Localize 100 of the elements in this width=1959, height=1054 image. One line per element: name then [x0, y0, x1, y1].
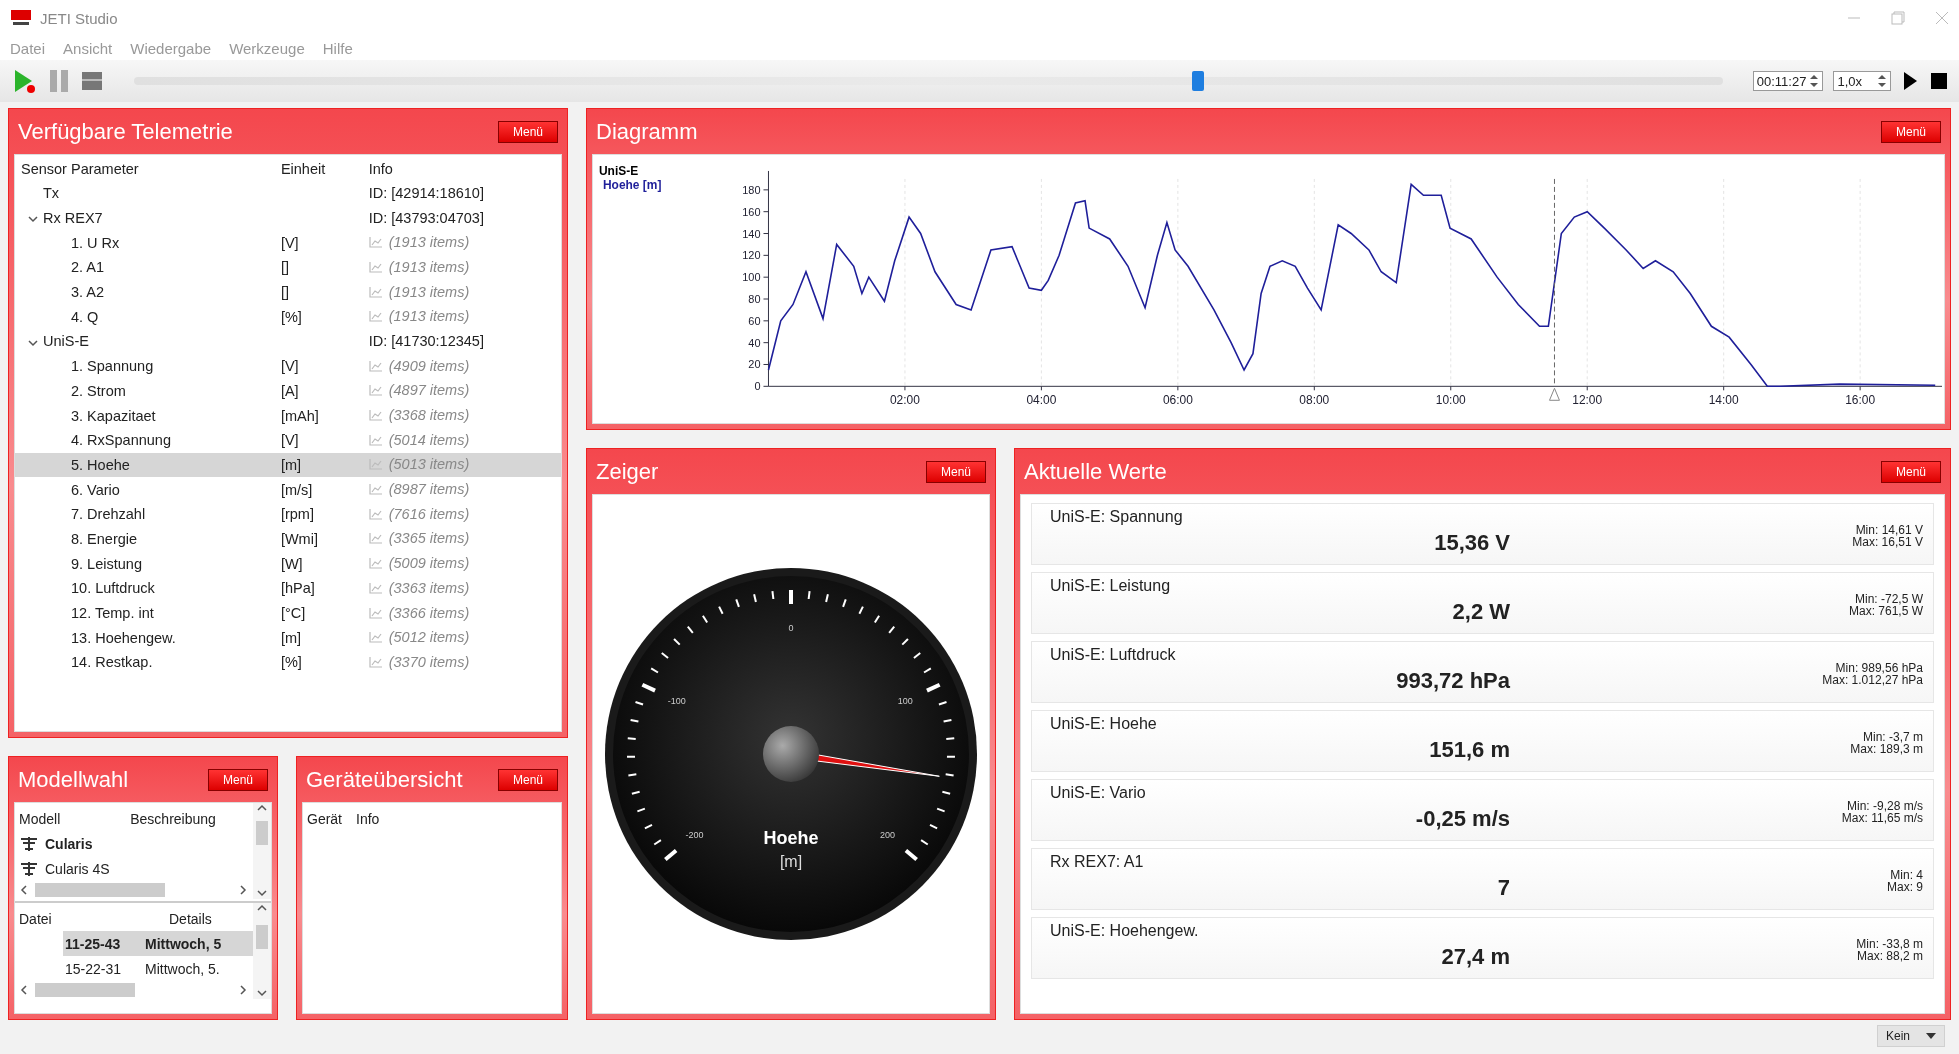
- y-tick-label: 160: [742, 205, 761, 218]
- tree-row[interactable]: Tx ID: [42914:18610]: [15, 181, 561, 206]
- model-row[interactable]: Cularis 4S: [15, 856, 253, 881]
- chart-icon: [368, 655, 383, 668]
- tree-row[interactable]: 3. A2 [] (1913 items): [15, 279, 561, 305]
- value-name: UniS-E: Luftdruck: [1050, 646, 1176, 665]
- parameter-name: 5. Hoehe: [71, 456, 130, 473]
- tree-row[interactable]: 4. RxSpannung [V] (5014 items): [15, 427, 561, 453]
- column-header[interactable]: Info: [356, 811, 380, 827]
- play-icon[interactable]: [1901, 70, 1919, 92]
- y-tick-label: 0: [754, 380, 761, 393]
- tree-row[interactable]: 3. Kapazitaet [mAh] (3368 items): [15, 403, 561, 428]
- scroll-down-icon[interactable]: [256, 887, 268, 899]
- tree-row[interactable]: UniS-E ID: [41730:12345]: [15, 329, 561, 354]
- spin-arrows-icon[interactable]: [1809, 73, 1820, 89]
- menu-button[interactable]: Menü: [497, 120, 558, 143]
- tree-row[interactable]: 13. Hoehengew. [m] (5012 items): [15, 625, 561, 651]
- chart-icon: [368, 236, 383, 249]
- column-header[interactable]: Beschreibung: [130, 811, 216, 827]
- scroll-right-icon[interactable]: [237, 884, 249, 896]
- column-header[interactable]: Sensor Parameter: [15, 155, 275, 181]
- tree-row[interactable]: 4. Q [%] (1913 items): [15, 304, 561, 330]
- scrollbar-thumb[interactable]: [256, 925, 268, 949]
- item-count: (5012 items): [388, 629, 470, 646]
- y-tick-label: 100: [742, 271, 761, 284]
- needle-hub: [763, 726, 819, 782]
- menu-button[interactable]: Menü: [207, 768, 268, 791]
- item-count: (3370 items): [388, 653, 470, 670]
- tree-row[interactable]: Rx REX7 ID: [43793:04703]: [15, 205, 561, 231]
- menu-button[interactable]: Menü: [925, 460, 986, 483]
- tree-row[interactable]: 8. Energie [Wmi] (3365 items): [15, 526, 561, 552]
- column-header[interactable]: Info: [362, 155, 561, 181]
- unit-text: [Wmi]: [280, 530, 318, 547]
- parameter-name: UniS-E: [43, 333, 89, 350]
- tree-row[interactable]: 10. Luftdruck [hPa] (3363 items): [15, 576, 561, 601]
- item-count: (1913 items): [388, 308, 470, 325]
- unit-text: []: [280, 259, 289, 276]
- item-count: (3365 items): [388, 530, 470, 547]
- panel-title: Zeiger: [596, 458, 659, 485]
- tree-row[interactable]: 6. Vario [m/s] (8987 items): [15, 477, 561, 502]
- filter-dropdown[interactable]: Kein: [1876, 1025, 1945, 1047]
- chart-icon: [368, 532, 383, 545]
- column-header[interactable]: Details: [169, 911, 212, 927]
- tree-row[interactable]: 7. Drehzahl [rpm] (7616 items): [15, 501, 561, 527]
- column-header[interactable]: Gerät: [307, 811, 342, 827]
- value-name: UniS-E: Hoehengew.: [1050, 922, 1199, 941]
- speed-spinbox[interactable]: 1,0x: [1833, 71, 1891, 91]
- unit-text: [W]: [280, 555, 303, 572]
- min-value: Min: -3,7 m: [1863, 731, 1923, 743]
- scrollbar[interactable]: [253, 803, 271, 899]
- panel-title: Geräteübersicht: [306, 766, 463, 793]
- file-row[interactable]: 15-22-31 Mittwoch, 5.: [15, 956, 253, 981]
- scroll-down-icon[interactable]: [256, 987, 268, 999]
- spin-arrows-icon[interactable]: [1877, 73, 1887, 89]
- parameter-name: 2. A1: [71, 259, 105, 276]
- scale-label: -100: [667, 695, 686, 706]
- chart-icon: [368, 310, 383, 323]
- menu-button[interactable]: Menü: [1880, 460, 1941, 483]
- position-slider-thumb[interactable]: [1192, 71, 1205, 91]
- app-logo-icon: [10, 8, 32, 28]
- scroll-right-icon[interactable]: [237, 984, 249, 996]
- tree-row[interactable]: 2. A1 [] (1913 items): [15, 255, 561, 280]
- scrollbar-thumb[interactable]: [256, 821, 268, 845]
- menu-button[interactable]: Menü: [1880, 120, 1941, 143]
- item-count: (5014 items): [388, 431, 470, 448]
- gauge-unit: [m]: [779, 853, 803, 870]
- tree-row[interactable]: 1. U Rx [V] (1913 items): [15, 230, 561, 256]
- column-header[interactable]: Einheit: [274, 155, 363, 181]
- min-value: Min: 4: [1890, 869, 1923, 881]
- time-spinbox[interactable]: 00:11:27: [1752, 71, 1824, 91]
- value-name: UniS-E: Spannung: [1050, 508, 1183, 527]
- tree-row[interactable]: 2. Strom [A] (4897 items): [15, 378, 561, 404]
- parameter-name: 7. Drehzahl: [71, 506, 146, 523]
- file-row[interactable]: 11-25-43 Mittwoch, 5: [15, 931, 253, 956]
- parameter-name: 10. Luftdruck: [71, 580, 155, 597]
- model-row[interactable]: Cularis: [15, 831, 253, 856]
- tree-row[interactable]: 9. Leistung [W] (5009 items): [15, 551, 561, 576]
- chart-icon: [368, 458, 383, 471]
- item-count: (1913 items): [388, 258, 470, 275]
- caret-icon[interactable]: [1926, 1033, 1936, 1039]
- scrollbar-thumb[interactable]: [35, 983, 135, 997]
- column-header[interactable]: Modell: [19, 811, 61, 827]
- max-value: Max: 189,3 m: [1850, 743, 1923, 755]
- value-reading: 151,6 m: [1428, 737, 1510, 764]
- tree-row[interactable]: 5. Hoehe [m] (5013 items): [15, 452, 561, 478]
- unit-text: []: [280, 284, 289, 301]
- scrollbar[interactable]: [253, 903, 271, 999]
- tree-row[interactable]: 14. Restkap. [%] (3370 items): [15, 650, 561, 675]
- item-count: (1913 items): [388, 283, 470, 300]
- parameter-name: 1. U Rx: [71, 234, 120, 251]
- chart-icon: [368, 384, 383, 397]
- legend-label: Hoehe [m]: [602, 177, 662, 192]
- scrollbar-thumb[interactable]: [35, 883, 165, 897]
- min-value: Min: -33,8 m: [1856, 938, 1923, 950]
- column-header[interactable]: Datei: [19, 911, 169, 927]
- max-value: Max: 9: [1887, 881, 1923, 893]
- tree-row[interactable]: 12. Temp. int [°C] (3366 items): [15, 600, 561, 626]
- menu-button[interactable]: Menü: [497, 768, 558, 791]
- time-cursor[interactable]: [1549, 178, 1560, 401]
- tree-row[interactable]: 1. Spannung [V] (4909 items): [15, 353, 561, 379]
